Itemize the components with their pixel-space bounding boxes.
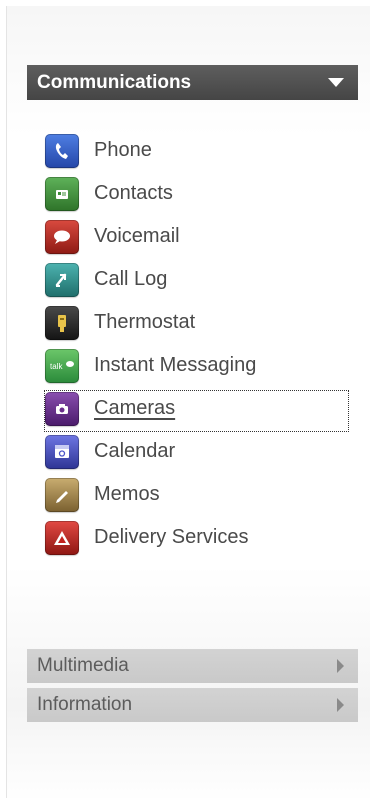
item-label: Cameras xyxy=(94,397,176,419)
item-label: Memos xyxy=(94,483,160,505)
memos-icon xyxy=(45,477,79,512)
nav-item-voicemail[interactable]: Voicemail xyxy=(43,215,256,258)
svg-text:talk: talk xyxy=(50,362,63,371)
item-label: Thermostat xyxy=(94,311,196,333)
nav-item-delivery-services[interactable]: Delivery Services xyxy=(43,516,256,559)
item-label: Phone xyxy=(94,139,152,161)
thermostat-icon xyxy=(45,305,79,340)
phone-icon xyxy=(45,133,79,168)
nav-item-cameras[interactable]: Cameras xyxy=(43,387,350,432)
section-header-information[interactable]: Information xyxy=(27,688,358,722)
item-label: Calendar xyxy=(94,440,176,462)
call-log-icon xyxy=(45,262,79,297)
nav-item-call-log[interactable]: Call Log xyxy=(43,258,256,301)
item-label: Call Log xyxy=(94,268,168,290)
cameras-icon xyxy=(45,391,79,426)
contacts-icon xyxy=(45,176,79,211)
section-title: Information xyxy=(37,694,133,715)
section-title: Communications xyxy=(37,71,192,93)
item-label: Voicemail xyxy=(94,225,180,247)
delivery-services-icon xyxy=(45,520,79,555)
section-header-multimedia[interactable]: Multimedia xyxy=(27,649,358,683)
chevron-right-icon xyxy=(337,698,344,712)
item-label: Instant Messaging xyxy=(94,354,257,376)
voicemail-icon xyxy=(45,219,79,254)
instant-messaging-icon: talk xyxy=(45,348,79,383)
calendar-icon xyxy=(45,434,79,469)
item-label: Contacts xyxy=(94,182,173,204)
chevron-right-icon xyxy=(337,659,344,673)
navigation-panel: Communications Phone Contacts Voicemail xyxy=(6,6,370,798)
nav-item-memos[interactable]: Memos xyxy=(43,473,256,516)
nav-item-calendar[interactable]: Calendar xyxy=(43,430,256,473)
section-header-communications[interactable]: Communications xyxy=(27,65,358,100)
section-title: Multimedia xyxy=(37,655,129,676)
nav-item-contacts[interactable]: Contacts xyxy=(43,172,256,215)
communications-item-list: Phone Contacts Voicemail Call Log Thermo… xyxy=(43,129,350,559)
nav-item-thermostat[interactable]: Thermostat xyxy=(43,301,256,344)
nav-item-instant-messaging[interactable]: talk Instant Messaging xyxy=(43,344,256,387)
item-label: Delivery Services xyxy=(94,526,249,548)
nav-item-phone[interactable]: Phone xyxy=(43,129,256,172)
chevron-down-icon xyxy=(328,78,344,87)
